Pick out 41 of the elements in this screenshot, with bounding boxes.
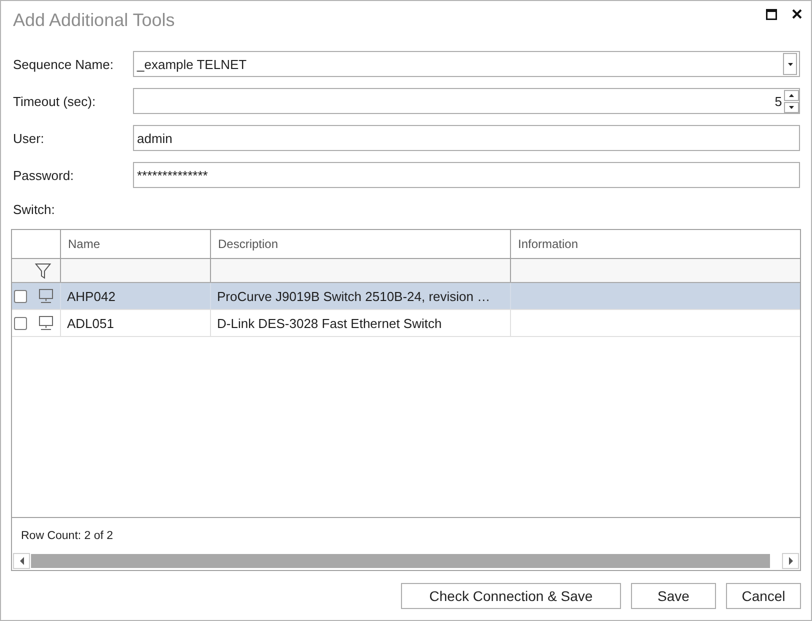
- table-cell: ProCurve J9019B Switch 2510B-24, revision …: [211, 283, 511, 309]
- window-title: Add Additional Tools: [12, 10, 175, 31]
- right-arrow-icon: [788, 557, 792, 565]
- caret-icon: [788, 62, 792, 66]
- dialog-button[interactable]: Cancel: [726, 583, 801, 609]
- column-header[interactable]: Description: [211, 230, 511, 258]
- monitor-icon: [38, 316, 54, 330]
- table-cell: D-Link DES-3028 Fast Ethernet Switch: [211, 310, 511, 336]
- section-label: Switch:: [12, 202, 55, 218]
- spin-down-button[interactable]: [784, 102, 799, 112]
- text-field[interactable]: **************: [133, 162, 800, 188]
- dialog-button[interactable]: Check Connection & Save: [401, 583, 621, 609]
- field-label: Password:: [12, 168, 75, 182]
- left-arrow-icon: [20, 557, 24, 565]
- spin-up-button[interactable]: [784, 90, 799, 100]
- filter-icon[interactable]: [35, 262, 51, 278]
- down-arrow-icon: [789, 106, 794, 108]
- table-row[interactable]: ADL051 D-Link DES-3028 Fast Ethernet Switch: [12, 310, 800, 337]
- field-label: Sequence Name:: [12, 56, 114, 72]
- table-row[interactable]: AHP042 ProCurve J9019B Switch 2510B-24, revision …: [12, 283, 800, 310]
- dropdown-field[interactable]: _example TELNET: [133, 51, 800, 77]
- table-cell: AHP042: [61, 283, 211, 309]
- dropdown-button[interactable]: [783, 53, 797, 75]
- number-field[interactable]: 5: [133, 88, 800, 114]
- close-icon[interactable]: [792, 9, 802, 19]
- scroll-left-button[interactable]: [13, 553, 30, 569]
- column-header[interactable]: Name: [61, 230, 211, 258]
- monitor-icon: [38, 289, 54, 303]
- field-label: User:: [12, 130, 46, 146]
- column-header[interactable]: Information: [511, 230, 800, 258]
- up-arrow-icon: [789, 94, 794, 96]
- row-count: Row Count: 2 of 2: [21, 530, 114, 542]
- text-field[interactable]: admin: [133, 125, 800, 151]
- checkbox[interactable]: [14, 290, 27, 302]
- scroll-right-button[interactable]: [782, 553, 799, 569]
- dialog-button[interactable]: Save: [631, 583, 716, 609]
- maximize-icon[interactable]: [766, 9, 777, 20]
- field-label: Timeout (sec):: [12, 94, 97, 108]
- checkbox[interactable]: [14, 316, 27, 330]
- scrollbar-thumb[interactable]: [31, 554, 770, 568]
- table-cell: ADL051: [61, 310, 211, 336]
